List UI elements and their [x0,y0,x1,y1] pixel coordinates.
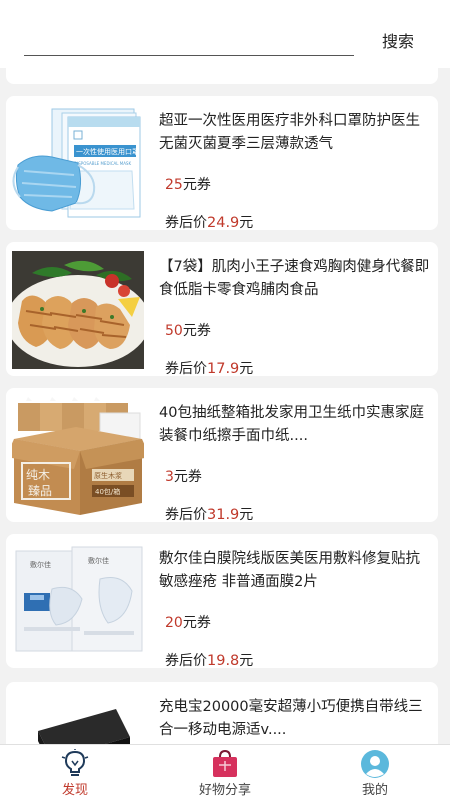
user-avatar-icon [359,749,391,779]
product-image-power-bank [12,691,144,744]
search-button[interactable]: 搜索 [382,28,414,52]
after-coupon-price: 券后价17.9元 [165,358,253,378]
top-search-bar: 搜索 [0,0,450,68]
product-card-mask[interactable]: 一次性使用医用口罩 DISPOSABLE MEDICAL MASK 超亚一次性医… [6,96,438,232]
product-title[interactable]: 40包抽纸整箱批发家用卫生纸巾实惠家庭装餐巾纸擦手面巾纸.... [159,402,431,448]
coupon-info: 3元券 [165,466,202,486]
after-price-value: 24.9 [207,215,240,231]
product-list[interactable]: 一次性使用医用口罩 DISPOSABLE MEDICAL MASK 超亚一次性医… [0,68,450,744]
box-text-4: 40包/箱 [95,487,120,496]
product-card-facial-mask[interactable]: 敷尔佳 敷尔佳 敷尔佳白膜院线版医美医用敷料修复贴抗敏感痤疮 非普通面膜2片 2… [6,534,438,670]
product-image-facial-mask: 敷尔佳 敷尔佳 [12,543,144,661]
product-card-chicken[interactable]: 【7袋】肌肉小王子速食鸡胸肉健身代餐即食低脂卡零食鸡脯肉食品 50元券 券后价1… [6,242,438,378]
product-card-power-bank[interactable]: 充电宝20000毫安超薄小巧便携自带线三合一移动电源适v.... [6,682,438,744]
product-image-tissue: 纯木 臻品 原生木浆 40包/箱 [12,397,144,515]
search-input[interactable] [24,20,354,56]
after-price-value: 19.8 [207,653,240,669]
product-title[interactable]: 超亚一次性医用医疗非外科口罩防护医生无菌灭菌夏季三层薄款透气 [159,110,431,156]
after-price-value: 31.9 [207,507,240,523]
coupon-info: 20元券 [165,612,211,632]
coupon-info: 25元券 [165,174,211,194]
package-text-label: 一次性使用医用口罩 [76,147,139,156]
after-price-suffix: 元 [239,507,254,523]
after-price-suffix: 元 [239,361,254,377]
coupon-value: 50 [165,323,183,339]
coupon-suffix: 元券 [182,615,211,631]
coupon-suffix: 元券 [173,469,202,485]
brand-text-right: 敷尔佳 [88,556,109,565]
product-image-mask: 一次性使用医用口罩 DISPOSABLE MEDICAL MASK [12,105,144,223]
after-price-prefix: 券后价 [165,215,207,231]
product-title[interactable]: 敷尔佳白膜院线版医美医用敷料修复贴抗敏感痤疮 非普通面膜2片 [159,548,431,594]
tab-mine[interactable]: 我的 [300,745,450,800]
tab-label: 发现 [61,783,88,798]
after-price-suffix: 元 [239,215,254,231]
coupon-info: 50元券 [165,320,211,340]
coupon-value: 3 [165,469,174,485]
product-image-chicken [12,251,144,369]
after-coupon-price: 券后价24.9元 [165,212,253,232]
product-title[interactable]: 【7袋】肌肉小王子速食鸡胸肉健身代餐即食低脂卡零食鸡脯肉食品 [159,256,431,302]
box-text-2: 臻品 [28,484,52,498]
product-card-tissue[interactable]: 纯木 臻品 原生木浆 40包/箱 40包抽纸整箱批发家用卫生纸巾实惠家庭装餐巾纸… [6,388,438,524]
package-sub-label: DISPOSABLE MEDICAL MASK [74,161,131,166]
after-coupon-price: 券后价31.9元 [165,504,253,524]
bulb-icon [59,749,91,779]
after-price-prefix: 券后价 [165,507,207,523]
coupon-suffix: 元券 [182,323,211,339]
bottom-tab-bar: 发现 好物分享 我的 [0,744,450,800]
brand-text-left: 敷尔佳 [30,560,51,569]
after-price-prefix: 券后价 [165,361,207,377]
coupon-value: 20 [165,615,183,631]
after-price-prefix: 券后价 [165,653,207,669]
tab-discover[interactable]: 发现 [0,745,150,800]
tab-label: 我的 [361,783,388,798]
after-price-suffix: 元 [239,653,254,669]
previous-card-edge [6,68,438,84]
box-text-3: 原生木浆 [94,471,122,480]
tab-label: 好物分享 [198,783,251,798]
coupon-value: 25 [165,177,183,193]
tab-share[interactable]: 好物分享 [150,745,300,800]
after-price-value: 17.9 [207,361,240,377]
gift-bag-icon [209,749,241,779]
product-title[interactable]: 充电宝20000毫安超薄小巧便携自带线三合一移动电源适v.... [159,696,431,742]
after-coupon-price: 券后价19.8元 [165,650,253,670]
box-text-1: 纯木 [26,468,50,482]
coupon-suffix: 元券 [182,177,211,193]
